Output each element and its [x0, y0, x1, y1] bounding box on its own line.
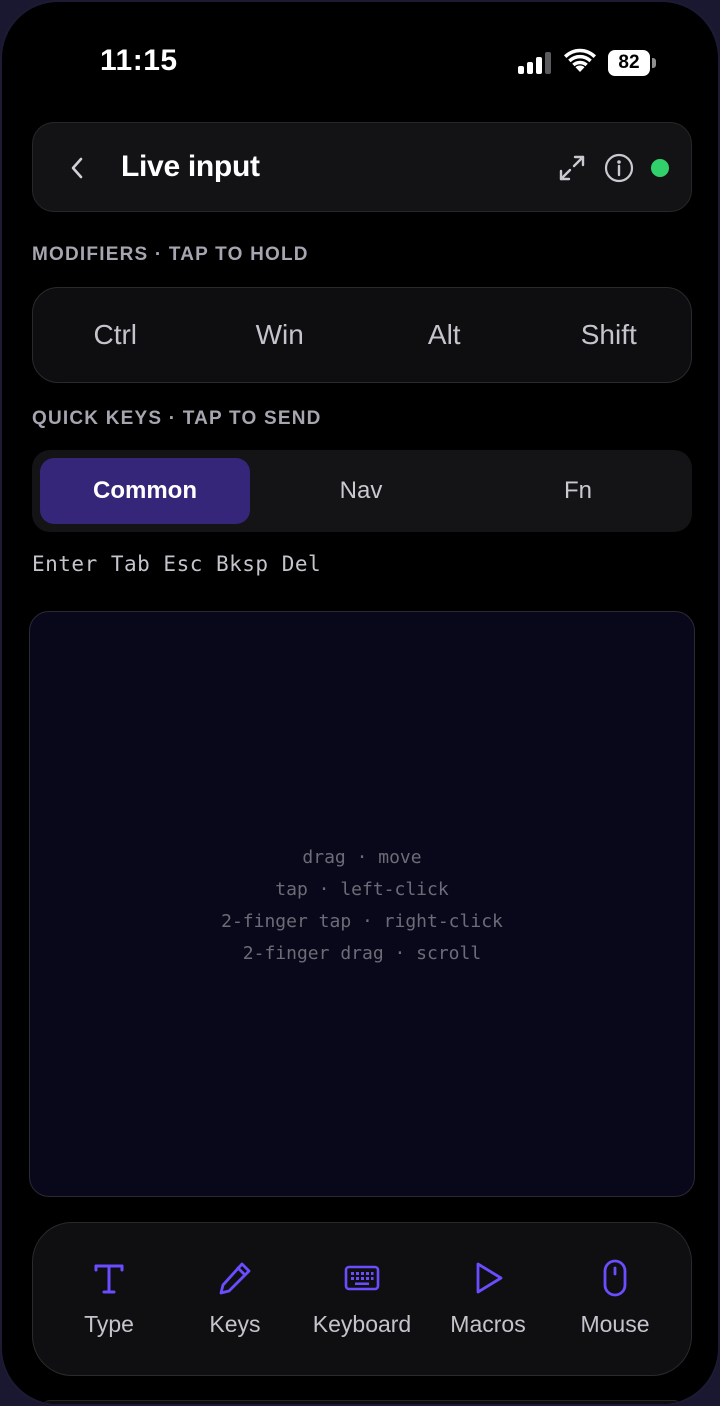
- status-bar: 11:15 82: [2, 2, 718, 112]
- tab-fn[interactable]: Fn: [472, 458, 684, 524]
- mouse-icon: [603, 1259, 627, 1297]
- play-icon: [476, 1262, 503, 1294]
- quick-keys-label: QUICK KEYS · TAP TO SEND: [32, 408, 322, 429]
- modifiers-bar: Ctrl Win Alt Shift: [32, 287, 692, 383]
- trackpad-hints: drag · move tap · left-click 2-finger ta…: [30, 842, 694, 970]
- expand-icon[interactable]: [557, 153, 587, 183]
- tab-label: Type: [84, 1311, 134, 1337]
- tab-keyboard[interactable]: Keyboard: [299, 1259, 425, 1338]
- tab-keys[interactable]: Keys: [172, 1259, 298, 1338]
- hint-line: tap · left-click: [275, 879, 449, 900]
- modifiers-label: MODIFIERS · TAP TO HOLD: [32, 244, 309, 265]
- tab-macros[interactable]: Macros: [425, 1259, 551, 1338]
- header-card: Live input: [32, 122, 692, 212]
- tab-label: Keyboard: [312, 1311, 412, 1337]
- tab-common[interactable]: Common: [40, 458, 250, 524]
- page-title: Live input: [121, 150, 260, 183]
- hint-line: 2-finger drag · scroll: [242, 943, 482, 964]
- connection-status-dot: [651, 159, 669, 177]
- modifier-shift[interactable]: Shift: [527, 319, 692, 351]
- trackpad[interactable]: drag · move tap · left-click 2-finger ta…: [29, 611, 695, 1197]
- phone-frame: 11:15 82 Live input MODIFIERS · TAP TO H…: [0, 0, 720, 1406]
- battery-icon: 82: [608, 50, 656, 76]
- quick-keys-list[interactable]: Enter Tab Esc Bksp Del: [32, 552, 321, 576]
- chevron-left-icon[interactable]: [67, 155, 87, 181]
- modifier-win[interactable]: Win: [198, 319, 363, 351]
- tab-nav[interactable]: Nav: [258, 458, 464, 524]
- wifi-icon: [564, 48, 596, 72]
- sheet-edge: [42, 1400, 682, 1404]
- type-icon: [94, 1264, 124, 1294]
- tab-label: Macros: [450, 1311, 526, 1337]
- info-icon[interactable]: [603, 152, 635, 184]
- tab-type[interactable]: Type: [46, 1259, 172, 1338]
- keyboard-icon: [344, 1265, 380, 1291]
- pencil-icon: [219, 1262, 251, 1295]
- tab-label: Keys: [209, 1311, 261, 1337]
- tab-label: Mouse: [580, 1311, 650, 1337]
- hint-line: drag · move: [302, 847, 422, 868]
- quick-keys-tabs: Common Nav Fn: [32, 450, 692, 532]
- hint-line: 2-finger tap · right-click: [221, 911, 503, 932]
- bottom-tab-bar: Type Keys Keyboard Macros Mouse: [32, 1222, 692, 1376]
- battery-level: 82: [608, 50, 650, 76]
- status-time: 11:15: [100, 44, 178, 77]
- modifier-alt[interactable]: Alt: [362, 319, 527, 351]
- modifier-ctrl[interactable]: Ctrl: [33, 319, 198, 351]
- cellular-signal-icon: [518, 52, 552, 74]
- tab-mouse[interactable]: Mouse: [552, 1259, 678, 1338]
